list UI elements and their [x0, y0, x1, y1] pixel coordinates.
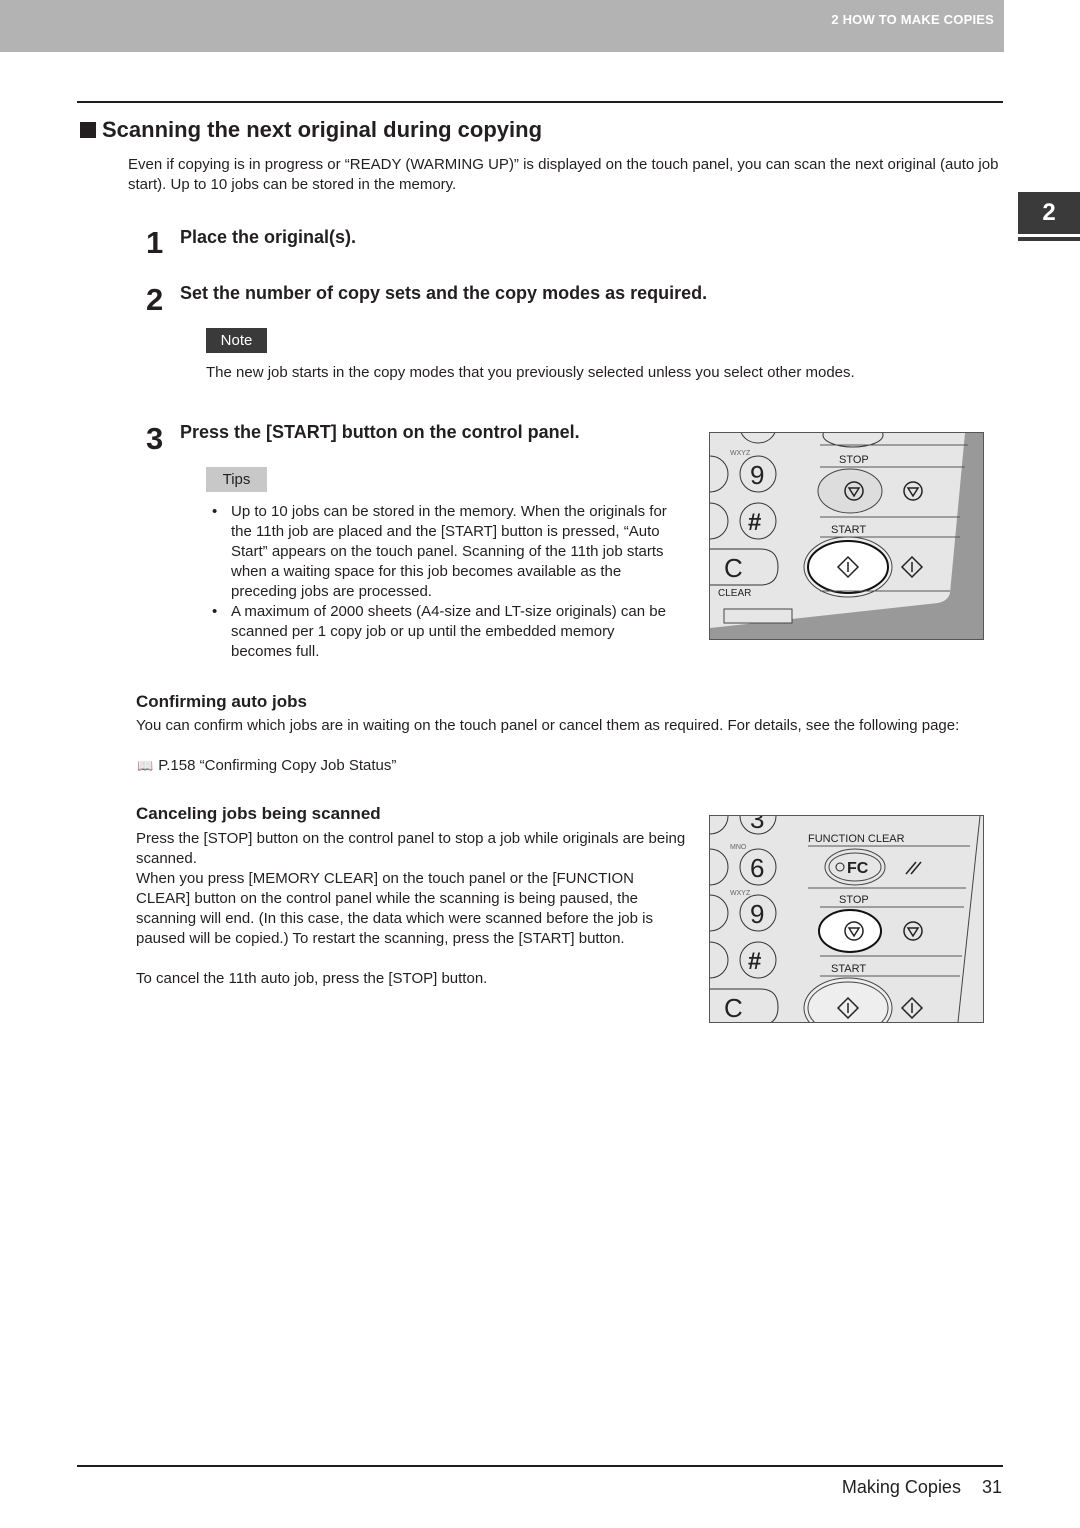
footer-rule [77, 1465, 1003, 1467]
key-9-label: 9 [750, 460, 764, 490]
key-9-label: 9 [750, 899, 764, 929]
wxyz-label: WXYZ [730, 890, 751, 897]
note-text: The new job starts in the copy modes tha… [206, 364, 855, 381]
start-indicator-icon [900, 555, 924, 579]
tips-badge: Tips [206, 467, 267, 492]
function-clear-label: FUNCTION CLEAR [808, 833, 905, 845]
fc-label: FC [847, 860, 869, 877]
canceling-text-3: To cancel the 11th auto job, press the [… [136, 970, 488, 987]
footer: Making Copies 31 [842, 1477, 1002, 1498]
key-hash-label: # [748, 948, 761, 975]
tip-item: A maximum of 2000 sheets (A4-size and LT… [212, 602, 672, 662]
step-3-label: Press the [START] button on the control … [180, 422, 580, 442]
confirming-heading: Confirming auto jobs [136, 692, 307, 711]
key-6-label: 6 [750, 853, 764, 883]
tips-list: Up to 10 jobs can be stored in the memor… [212, 502, 672, 662]
key-3-label: 3 [750, 815, 764, 834]
function-clear-icon [905, 861, 922, 875]
clear-key-label: C [724, 993, 743, 1023]
manual-page: 2 HOW TO MAKE COPIES 2 Scanning the next… [0, 0, 1080, 1528]
tip-item: Up to 10 jobs can be stored in the memor… [212, 502, 672, 602]
page-reference[interactable]: 📖 P.158 “Confirming Copy Job Status” [137, 756, 396, 776]
note-badge: Note [206, 328, 267, 353]
key-hash-label: # [748, 509, 761, 536]
header-bar: 2 HOW TO MAKE COPIES [0, 0, 1004, 52]
mno-label: MNO [730, 844, 747, 851]
start-label: START [831, 963, 866, 975]
step-1-number: 1 [146, 225, 164, 260]
wxyz-label: WXYZ [730, 450, 751, 457]
clear-label: CLEAR [718, 588, 751, 599]
section-title-text: Scanning the next original during copyin… [102, 117, 543, 142]
page-reference-text[interactable]: P.158 “Confirming Copy Job Status” [158, 756, 396, 776]
start-button[interactable] [803, 977, 893, 1023]
step-1-label: Place the original(s). [180, 227, 357, 247]
chapter-label: 2 HOW TO MAKE COPIES [831, 12, 994, 27]
page-number: 31 [981, 1477, 1002, 1497]
book-icon: 📖 [137, 758, 154, 773]
canceling-heading: Canceling jobs being scanned [136, 804, 381, 823]
key-top-left [740, 433, 776, 444]
clear-key [710, 548, 779, 586]
intro-text: Even if copying is in progress or “READY… [128, 156, 999, 193]
stop-label: STOP [839, 894, 869, 906]
canceling-text: Press the [STOP] button on the control p… [136, 829, 688, 989]
step-2-label: Set the number of copy sets and the copy… [180, 283, 708, 303]
top-rule [77, 101, 1003, 103]
start-label: START [831, 524, 866, 536]
stop-label: STOP [839, 454, 869, 466]
canceling-text-2: When you press [MEMORY CLEAR] on the tou… [136, 870, 653, 947]
control-panel-stop-illustration: 3 FUNCTION CLEAR MNO 6 FC WXYZ STOP 9 # … [709, 815, 984, 1023]
clear-key-label: C [724, 553, 743, 583]
chapter-tab[interactable]: 2 [1018, 192, 1080, 237]
confirming-text: You can confirm which jobs are in waitin… [136, 717, 960, 734]
display-slot [723, 608, 793, 624]
step-2-number: 2 [146, 282, 164, 317]
footer-section: Making Copies [841, 1477, 961, 1497]
square-bullet-icon [80, 122, 96, 138]
canceling-text-1: Press the [STOP] button on the control p… [136, 830, 686, 867]
control-panel-start-illustration: WXYZ 9 STOP # START C CLEAR [709, 432, 984, 640]
step-3-number: 3 [146, 421, 164, 456]
section-title: Scanning the next original during copyin… [80, 117, 542, 143]
